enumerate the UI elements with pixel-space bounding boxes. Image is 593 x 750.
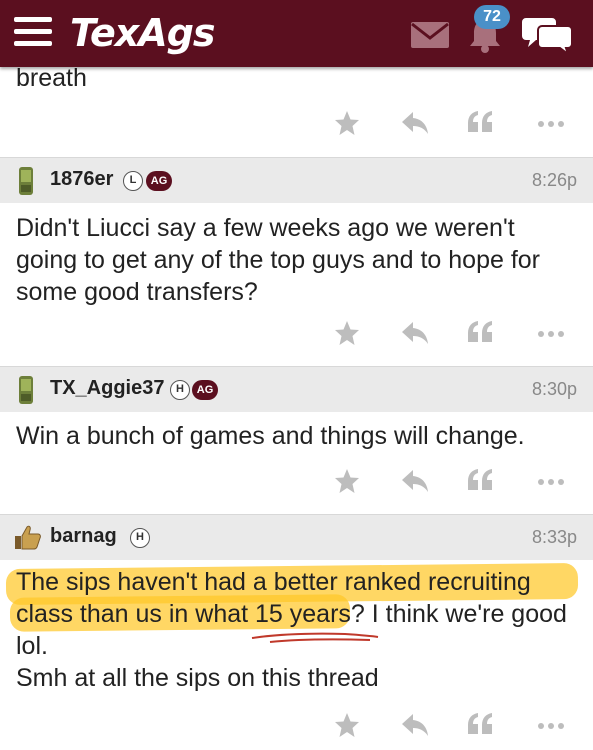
reply-icon[interactable] [401,320,429,346]
post-header: TX_Aggie37 H AG 8:30p [0,366,593,412]
hamburger-menu-icon[interactable] [14,17,52,47]
post-body: Didn't Liucci say a few weeks ago we wer… [16,212,581,308]
post-text-line: Smh at all the sips on this thread [16,664,379,692]
star-icon[interactable] [334,712,360,738]
reply-icon[interactable] [401,712,429,738]
post-time: 8:30p [531,379,577,399]
notification-count-badge[interactable]: 72 [474,5,510,29]
envelope-icon[interactable] [410,20,450,50]
reply-icon[interactable] [401,110,429,136]
thumbs-up-icon [15,525,41,550]
star-icon[interactable] [334,468,360,494]
post-actions-row [0,314,593,354]
previous-post-fragment: breath [16,64,87,92]
phone-icon [19,167,33,195]
phone-icon [19,376,33,404]
post-text-line: going to get any of the top guys and to … [16,246,540,274]
ag-badge: AG [192,380,218,400]
post-actions-row [0,462,593,502]
post-text-line: lol. [16,632,48,660]
post-actions-row [0,706,593,746]
user-badge: H [130,528,150,548]
post-username[interactable]: TX_Aggie37 [50,377,164,400]
post-text-line: The sips haven't had a better ranked rec… [16,568,531,596]
post-text-line: Win a bunch of games and things will cha… [16,422,525,450]
post-body: The sips haven't had a better ranked rec… [16,566,581,694]
post-actions-row [0,104,593,144]
post-text-line: Didn't Liucci say a few weeks ago we wer… [16,214,515,242]
chat-bubbles-icon[interactable] [522,14,574,54]
post-text-line: class than us in what 15 years? I think … [16,600,567,628]
post-time: 8:33p [531,527,577,547]
reply-icon[interactable] [401,468,429,494]
user-badge: L [123,171,143,191]
site-logo[interactable]: TexAgs [70,9,216,57]
star-icon[interactable] [334,110,360,136]
quote-icon[interactable] [467,468,493,492]
post-time: 8:26p [531,170,577,190]
post-header: 1876er L AG 8:26p [0,157,593,203]
post-header: barnag H 8:33p [0,514,593,560]
star-icon[interactable] [334,320,360,346]
quote-icon[interactable] [467,110,493,134]
user-badge: H [170,380,190,400]
ag-badge: AG [146,171,172,191]
more-icon[interactable] [537,722,565,730]
more-icon[interactable] [537,120,565,128]
post-text-line: some good transfers? [16,278,258,306]
quote-icon[interactable] [467,712,493,736]
post-body: Win a bunch of games and things will cha… [16,420,581,452]
quote-icon[interactable] [467,320,493,344]
more-icon[interactable] [537,330,565,338]
more-icon[interactable] [537,478,565,486]
top-nav-bar: TexAgs 72 [0,0,593,67]
post-username[interactable]: 1876er [50,168,113,191]
post-username[interactable]: barnag [50,525,117,548]
